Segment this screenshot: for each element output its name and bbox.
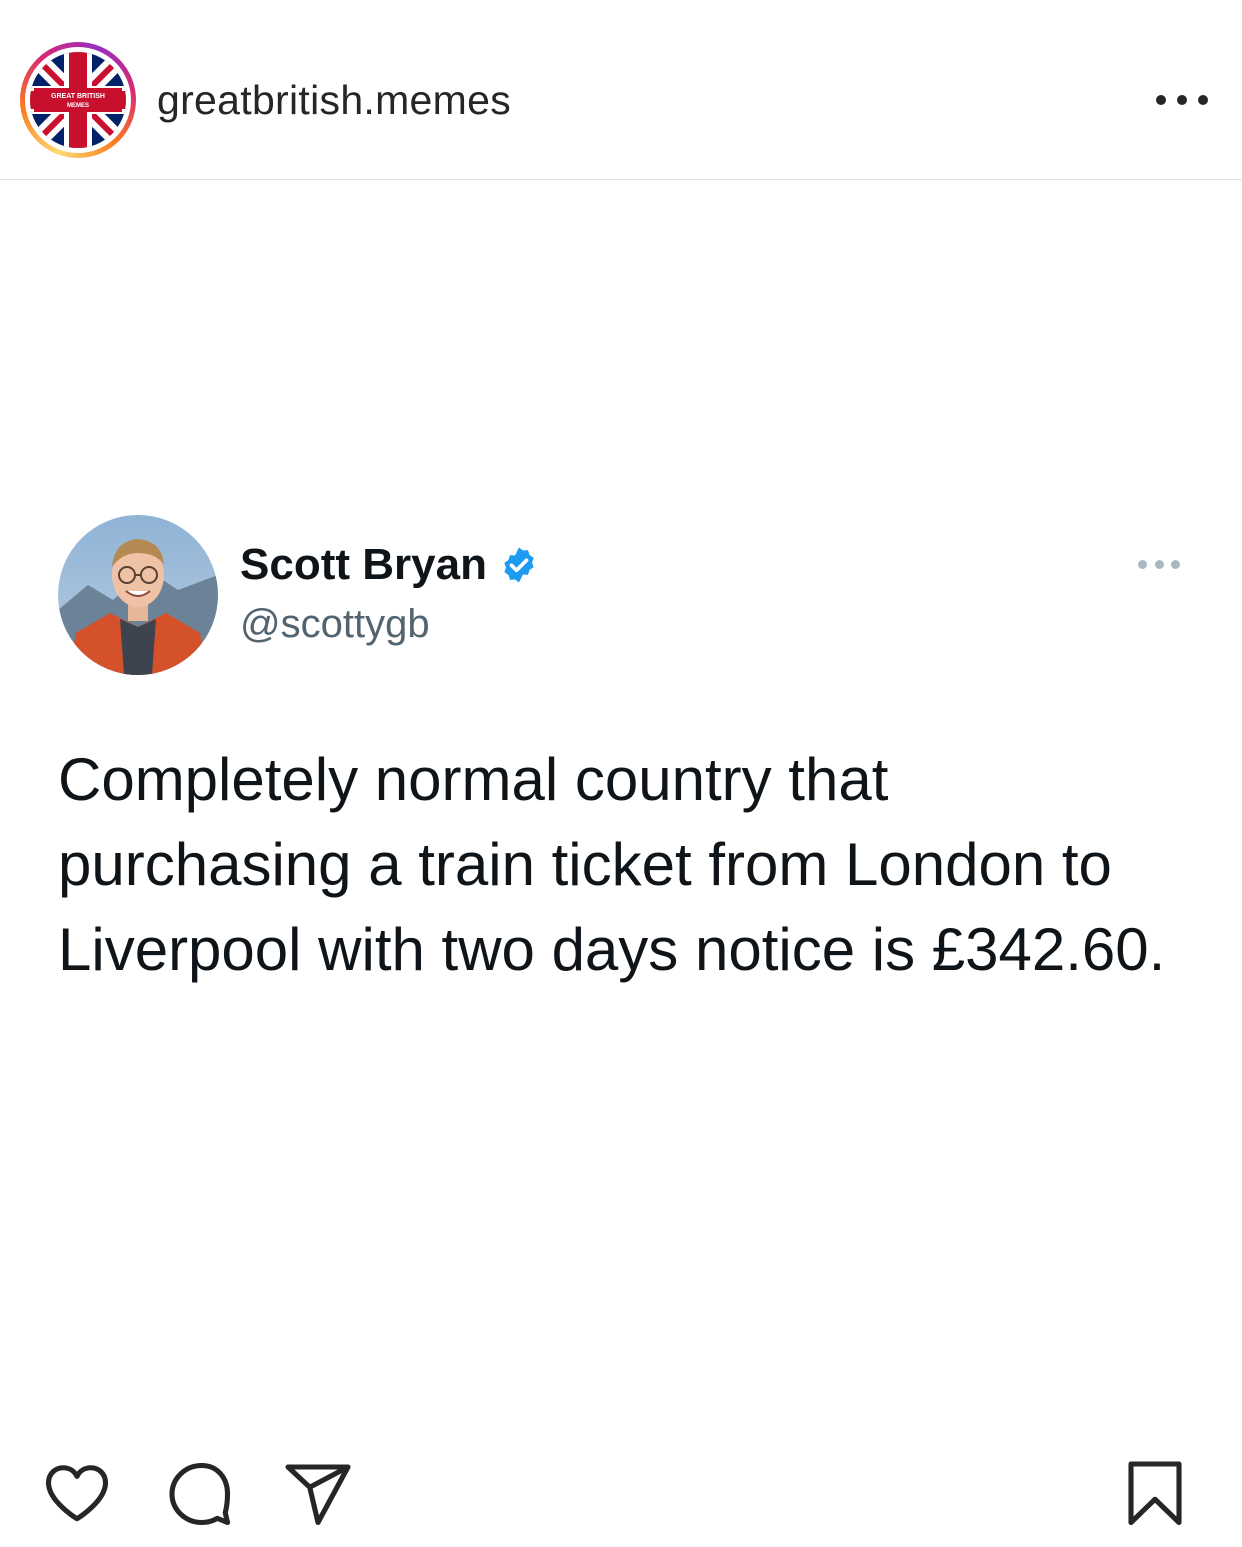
heart-icon	[45, 1465, 109, 1522]
tweet-author-avatar	[58, 515, 218, 675]
share-icon	[285, 1464, 351, 1526]
post-image-tweet[interactable]: Scott Bryan @scottygb Completely normal …	[0, 181, 1242, 1421]
union-jack-logo: GREAT BRITISH MEMES	[30, 52, 126, 148]
post-username[interactable]: greatbritish.memes	[157, 72, 511, 128]
bookmark-icon	[1128, 1461, 1182, 1526]
post-header: GREAT BRITISH MEMES greatbritish.memes	[0, 0, 1242, 180]
share-button[interactable]	[282, 1458, 354, 1530]
more-options-button[interactable]	[1152, 80, 1212, 120]
post-action-bar	[0, 1440, 1242, 1547]
like-button[interactable]	[41, 1458, 113, 1530]
svg-text:GREAT BRITISH: GREAT BRITISH	[51, 93, 105, 100]
tweet-author-handle: @scottygb	[240, 602, 430, 646]
svg-text:MEMES: MEMES	[67, 103, 89, 109]
tweet-author-name: Scott Bryan	[240, 540, 487, 589]
verified-badge-icon	[499, 545, 539, 585]
tweet-more-icon	[1138, 557, 1180, 571]
comment-button[interactable]	[163, 1458, 235, 1530]
save-button[interactable]	[1119, 1458, 1191, 1530]
profile-avatar[interactable]: GREAT BRITISH MEMES	[20, 42, 136, 158]
tweet-text: Completely normal country that purchasin…	[58, 746, 1166, 983]
comment-icon	[169, 1462, 231, 1526]
more-horizontal-icon	[1156, 95, 1166, 105]
